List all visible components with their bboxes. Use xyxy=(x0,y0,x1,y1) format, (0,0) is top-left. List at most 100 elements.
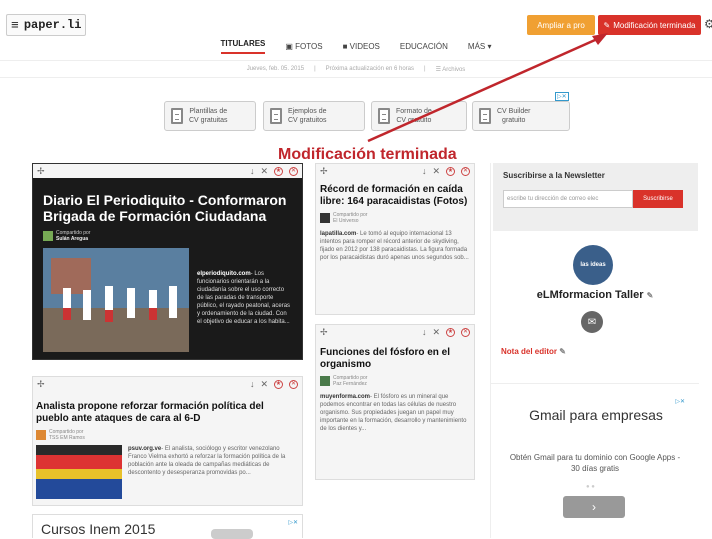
video-icon: ■ xyxy=(342,41,350,51)
article-card[interactable]: ✢ ↓ ✕ ★ ✕ Récord de formación en caída libr… xyxy=(315,163,475,315)
tab-videos-label: VIDEOS xyxy=(349,41,380,51)
done-editing-button[interactable]: ✎ Modificación terminada xyxy=(598,15,701,35)
article-source[interactable]: muyenforma.com xyxy=(320,394,370,400)
newsletter-title: Suscribirse a la Newsletter xyxy=(503,171,605,180)
email-icon[interactable]: ✉ xyxy=(581,311,603,333)
editor-note-label: Nota del editor xyxy=(501,347,558,356)
ad-cv-templates[interactable]: Plantillas de CV gratuitas xyxy=(164,101,256,131)
card-toolbar: ✢ ↓ ✕ ★ ✕ xyxy=(316,164,474,178)
next-update: Próxima actualización en 6 horas xyxy=(325,66,415,72)
move-icon[interactable]: ✢ xyxy=(37,379,45,390)
category-nav: TITULARES ▣ FOTOS ■ VIDEOS EDUCACIÓN MÁS… xyxy=(0,36,712,56)
tab-titulares[interactable]: TITULARES xyxy=(220,39,266,54)
ad-choices-icon[interactable]: ▷✕ xyxy=(288,519,298,526)
ad-choices-icon[interactable]: ▷✕ xyxy=(555,92,569,101)
star-icon[interactable]: ★ xyxy=(446,166,455,176)
close-icon[interactable]: ✕ xyxy=(260,379,268,390)
tab-videos[interactable]: ■ VIDEOS xyxy=(343,42,380,51)
document-icon xyxy=(378,108,390,124)
annotation-label: Modificación terminada xyxy=(278,146,457,163)
delete-icon[interactable]: ✕ xyxy=(289,166,298,176)
article-title[interactable]: Analista propone reforzar formación polí… xyxy=(36,401,298,425)
article-title[interactable]: Funciones del fósforo en el organismo xyxy=(320,347,471,371)
tab-mas[interactable]: MÁS ▾ xyxy=(468,42,492,51)
star-icon[interactable]: ★ xyxy=(446,327,455,337)
article-source[interactable]: psuv.org.ve xyxy=(128,446,161,452)
card-toolbar: ✢ ↓ ✕ ★ ✕ xyxy=(33,377,302,391)
ad-next-button[interactable]: › xyxy=(563,496,625,518)
article-image[interactable] xyxy=(43,248,189,352)
avatar xyxy=(36,430,46,440)
avatar xyxy=(320,213,330,223)
article-title[interactable]: Récord de formación en caída libre: 164 … xyxy=(320,184,471,208)
article-card[interactable]: ✢ ↓ ✕ ★ ✕ Diario El Periodiquito - Conforma… xyxy=(32,163,303,360)
pencil-icon: ✎ xyxy=(603,20,611,30)
article-source[interactable]: elperiodiquito.com xyxy=(197,271,251,277)
enlarge-pro-label: Ampliar a pro xyxy=(537,20,585,30)
archive-label: Archivos xyxy=(442,66,466,73)
ad-body: Obtén Gmail para tu dominio con Google A… xyxy=(509,453,681,473)
menu-icon[interactable]: ≡ xyxy=(11,18,19,33)
enlarge-pro-button[interactable]: Ampliar a pro xyxy=(527,15,595,35)
edition-date: Jueves, feb. 05. 2015 xyxy=(246,66,305,72)
author[interactable]: El Universo xyxy=(333,218,367,224)
edit-icon[interactable]: ✎ xyxy=(647,291,654,300)
pin-icon[interactable]: ↓ xyxy=(422,166,427,176)
avatar-text: las ideas xyxy=(580,262,606,268)
newsletter-email-input[interactable]: escribe tu dirección de correo elec xyxy=(503,190,633,208)
star-icon[interactable]: ★ xyxy=(274,166,283,176)
gmail-ad[interactable]: ▷✕ Gmail para empresas Obtén Gmail para … xyxy=(491,383,699,538)
tab-fotos[interactable]: ▣ FOTOS xyxy=(285,42,322,51)
author[interactable]: TSS EM Ramos xyxy=(49,435,85,441)
edit-icon[interactable]: ✎ xyxy=(559,347,566,356)
profile-name-row: eLMformacion Taller ✎ xyxy=(491,289,699,301)
article-title[interactable]: Diario El Periodiquito - Conformaron Bri… xyxy=(43,192,294,224)
avatar: las ideas xyxy=(573,245,613,285)
document-icon xyxy=(171,108,183,124)
article-card[interactable]: ✢ ↓ ✕ ★ ✕ Funciones del fósforo en el organ… xyxy=(315,324,475,480)
card-toolbar: ✢ ↓ ✕ ★ ✕ xyxy=(316,325,474,339)
done-editing-label: Modificación terminada xyxy=(613,20,696,30)
delete-icon[interactable]: ✕ xyxy=(289,379,298,389)
article-source[interactable]: lapatilla.com xyxy=(320,231,356,237)
move-icon[interactable]: ✢ xyxy=(320,166,328,177)
close-icon[interactable]: ✕ xyxy=(260,166,268,177)
author[interactable]: Paz Fernández xyxy=(333,381,367,387)
article-card[interactable]: ✢ ↓ ✕ ★ ✕ Analista propone reforzar formaci… xyxy=(32,376,303,506)
card-toolbar: ✢ ↓ ✕ ★ ✕ xyxy=(33,164,302,178)
pin-icon[interactable]: ↓ xyxy=(422,327,427,337)
divider: | xyxy=(424,66,426,72)
tab-fotos-label: FOTOS xyxy=(295,41,323,51)
ad-cv-examples[interactable]: Ejemplos de CV gratuitos xyxy=(263,101,365,131)
delete-icon[interactable]: ✕ xyxy=(461,327,470,337)
archive-link[interactable]: ☰ Archivos xyxy=(436,66,466,73)
star-icon[interactable]: ★ xyxy=(274,379,283,389)
logo[interactable]: ≡ paper.li xyxy=(6,14,86,36)
ad-label: Formato de CV gratuito xyxy=(396,108,432,124)
editor-note-row: Nota del editor ✎ xyxy=(501,347,566,356)
author[interactable]: Sulán Aregua xyxy=(56,236,90,242)
ad-title: Gmail para empresas xyxy=(529,407,663,423)
ad-cv-builder[interactable]: CV Builder gratuito xyxy=(472,101,570,131)
ad-bottom[interactable]: Cursos Inem 2015 ▷✕ xyxy=(32,514,303,539)
ad-title: Cursos Inem 2015 xyxy=(41,521,156,537)
document-icon xyxy=(479,108,491,124)
sidebar: Suscribirse a la Newsletter escribe tu d… xyxy=(490,163,699,538)
logo-text: paper.li xyxy=(23,18,82,32)
subscribe-button[interactable]: Suscribirse xyxy=(633,190,683,208)
photo-icon: ▣ xyxy=(285,41,296,51)
ad-cv-format[interactable]: Formato de CV gratuito xyxy=(371,101,467,131)
close-icon[interactable]: ✕ xyxy=(432,327,440,338)
article-image[interactable] xyxy=(36,445,122,499)
avatar xyxy=(320,376,330,386)
profile-name: eLMformacion Taller xyxy=(536,289,644,301)
pin-icon[interactable]: ↓ xyxy=(250,379,255,389)
settings-icon[interactable]: ⚙ xyxy=(704,17,712,31)
tab-educacion[interactable]: EDUCACIÓN xyxy=(400,42,448,51)
close-icon[interactable]: ✕ xyxy=(432,166,440,177)
move-icon[interactable]: ✢ xyxy=(320,327,328,338)
move-icon[interactable]: ✢ xyxy=(37,166,45,177)
ad-choices-icon[interactable]: ▷✕ xyxy=(675,398,685,405)
pin-icon[interactable]: ↓ xyxy=(250,166,255,176)
delete-icon[interactable]: ✕ xyxy=(461,166,470,176)
